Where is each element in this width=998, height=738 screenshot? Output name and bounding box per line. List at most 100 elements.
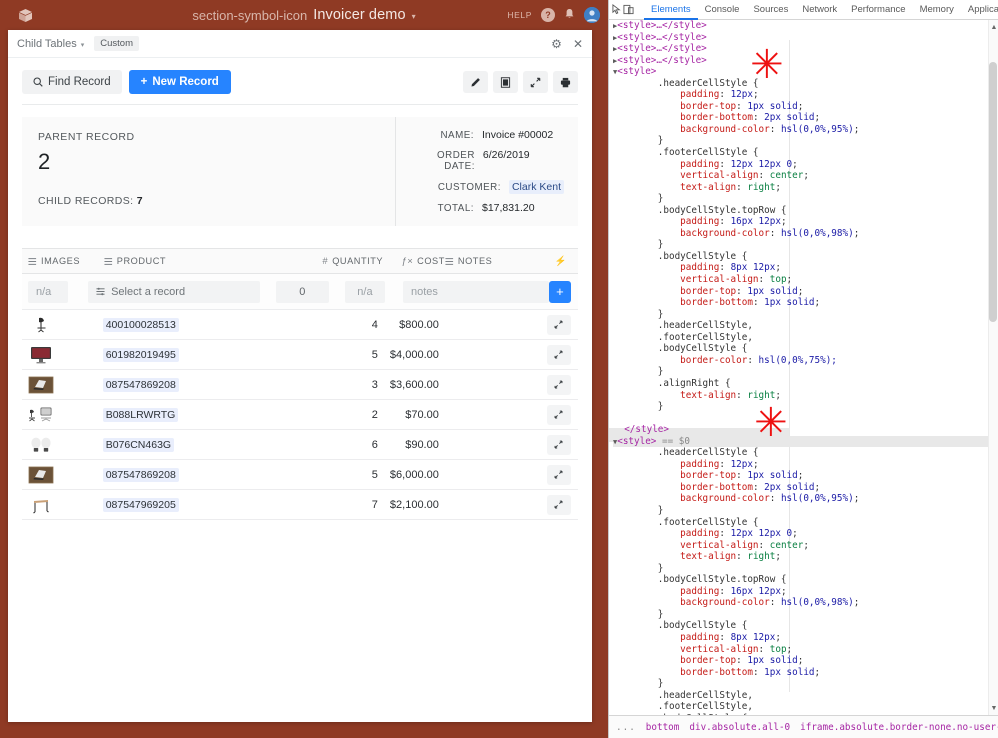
table-row[interactable]: 601982019495 5 $4,000.00 <box>22 340 578 370</box>
dom-line[interactable]: border-top: 1px solid; <box>613 286 998 298</box>
images-input[interactable]: n/a <box>28 280 69 303</box>
row-product[interactable]: B076CN463G <box>102 437 307 452</box>
dom-line[interactable]: vertical-align: top; <box>613 274 998 286</box>
dom-line[interactable]: } <box>613 678 998 690</box>
add-record-button[interactable]: + <box>548 280 571 303</box>
devtools-tab-elements[interactable]: Elements <box>644 0 698 20</box>
row-thumbnail[interactable] <box>22 315 103 335</box>
breadcrumb-item[interactable]: bottom <box>643 722 683 733</box>
devtools-tab-application[interactable]: Application <box>961 0 998 20</box>
avatar[interactable] <box>584 7 600 23</box>
help-icon[interactable]: ? <box>541 8 555 22</box>
dom-line[interactable]: .headerCellStyle { <box>613 78 998 90</box>
dom-line[interactable]: .alignRight { <box>613 378 998 390</box>
dom-line[interactable]: .headerCellStyle, <box>613 320 998 332</box>
dom-line[interactable]: .bodyCellStyle.topRow { <box>613 574 998 586</box>
expand-row-icon[interactable] <box>546 434 571 455</box>
device-toolbar-icon[interactable] <box>623 2 634 17</box>
expand-row-icon[interactable] <box>546 314 571 335</box>
dom-line[interactable]: ▶<style>…</style> <box>613 32 998 44</box>
breadcrumb-item[interactable]: iframe.absolute.border-none.no-user-sele… <box>797 722 998 733</box>
expand-icon[interactable] <box>523 71 548 93</box>
row-product[interactable]: 087547969205 <box>102 497 307 512</box>
row-thumbnail[interactable] <box>22 405 103 425</box>
row-quantity[interactable]: 2 <box>307 409 378 421</box>
dom-line[interactable]: } <box>613 609 998 621</box>
inspect-element-icon[interactable] <box>612 2 623 17</box>
devtools-tab-console[interactable]: Console <box>698 0 747 20</box>
product-tag[interactable]: 087547869208 <box>102 467 179 482</box>
dom-line[interactable]: padding: 8px 12px; <box>613 632 998 644</box>
dom-tree-view[interactable]: ▶<style>…</style> ▶<style>…</style> ▶<styl… <box>609 20 998 715</box>
devtools-tab-performance[interactable]: Performance <box>844 0 912 20</box>
expand-row-icon[interactable] <box>546 494 571 515</box>
help-label[interactable]: HELP <box>507 10 532 20</box>
dom-line[interactable]: .footerCellStyle, <box>613 701 998 713</box>
dom-line[interactable]: } <box>613 563 998 575</box>
product-tag[interactable]: 087547969205 <box>102 497 179 512</box>
dom-line[interactable]: .bodyCellStyle { <box>613 343 998 355</box>
dom-line[interactable]: } <box>613 366 998 378</box>
table-row[interactable]: B088LRWRTG 2 $70.00 <box>22 400 578 430</box>
row-thumbnail[interactable] <box>22 375 103 395</box>
row-product[interactable]: 087547869208 <box>102 467 307 482</box>
new-record-button[interactable]: + New Record <box>128 70 231 94</box>
dom-line[interactable]: border-bottom: 2px solid; <box>613 482 998 494</box>
row-quantity[interactable]: 5 <box>307 349 378 361</box>
scrollbar-thumb[interactable] <box>989 62 997 322</box>
row-quantity[interactable]: 3 <box>307 379 378 391</box>
row-product[interactable]: 601982019495 <box>102 347 307 362</box>
row-thumbnail[interactable] <box>22 435 103 455</box>
table-row[interactable]: B076CN463G 6 $90.00 <box>22 430 578 460</box>
dom-line[interactable]: padding: 12px; <box>613 89 998 101</box>
child-tables-menu-label[interactable]: Child Tables <box>17 38 77 50</box>
column-header-quantity[interactable]: # QUANTITY <box>311 256 383 267</box>
row-quantity[interactable]: 6 <box>307 439 378 451</box>
dom-line[interactable]: .footerCellStyle, <box>613 332 998 344</box>
app-logo[interactable] <box>8 8 42 23</box>
find-record-button[interactable]: Find Record <box>22 70 122 94</box>
dom-line[interactable]: border-bottom: 1px solid; <box>613 297 998 309</box>
row-quantity[interactable]: 7 <box>307 499 378 511</box>
dom-line[interactable]: .headerCellStyle { <box>613 447 998 459</box>
dom-line[interactable]: ▼<style> == $0 <box>613 435 998 448</box>
row-product[interactable]: 087547869208 <box>102 377 307 392</box>
dom-line[interactable]: ▶<style>…</style> <box>613 20 998 32</box>
devtools-tab-network[interactable]: Network <box>795 0 844 20</box>
dom-line[interactable]: </style> <box>613 424 998 436</box>
dom-line[interactable]: .headerCellStyle, <box>613 690 998 702</box>
custom-pill[interactable]: Custom <box>94 36 139 51</box>
expand-row-icon[interactable] <box>546 344 571 365</box>
table-row[interactable]: 400100028513 4 $800.00 <box>22 310 578 340</box>
expand-row-icon[interactable] <box>546 374 571 395</box>
row-product[interactable]: 400100028513 <box>102 317 307 332</box>
dom-line[interactable]: border-bottom: 1px solid; <box>613 667 998 679</box>
column-header-notes[interactable]: NOTES <box>445 256 555 266</box>
column-header-cost[interactable]: ƒ× COST <box>383 256 445 267</box>
dom-line[interactable]: } <box>613 505 998 517</box>
dom-line[interactable]: } <box>613 135 998 147</box>
dom-line[interactable]: vertical-align: center; <box>613 540 998 552</box>
dom-line[interactable]: .bodyCellStyle { <box>613 620 998 632</box>
dom-line[interactable]: padding: 12px 12px 0; <box>613 528 998 540</box>
product-tag[interactable]: 601982019495 <box>102 347 179 362</box>
close-icon[interactable]: ✕ <box>573 37 583 51</box>
row-quantity[interactable]: 4 <box>307 319 378 331</box>
dom-line[interactable]: border-top: 1px solid; <box>613 655 998 667</box>
chevron-down-icon[interactable]: ▾ <box>412 12 416 21</box>
dom-line[interactable]: .footerCellStyle { <box>613 147 998 159</box>
dom-line[interactable]: padding: 12px; <box>613 459 998 471</box>
dom-line[interactable]: border-bottom: 2px solid; <box>613 112 998 124</box>
devtools-tab-sources[interactable]: Sources <box>746 0 795 20</box>
print-icon[interactable] <box>553 71 578 93</box>
dom-line[interactable]: border-color: hsl(0,0%,75%); <box>613 355 998 367</box>
gear-icon[interactable]: ⚙ <box>551 37 562 51</box>
notes-input[interactable]: notes <box>402 280 549 303</box>
column-header-product[interactable]: PRODUCT <box>104 256 311 266</box>
quantity-input[interactable]: 0 <box>275 280 329 303</box>
scroll-up-icon[interactable]: ▲ <box>989 22 998 32</box>
chevron-down-icon[interactable]: ▾ <box>81 41 85 49</box>
table-row[interactable]: 087547869208 3 $3,600.00 <box>22 370 578 400</box>
expand-row-icon[interactable] <box>546 464 571 485</box>
dom-line[interactable]: ▶<style>…</style> <box>613 55 998 67</box>
